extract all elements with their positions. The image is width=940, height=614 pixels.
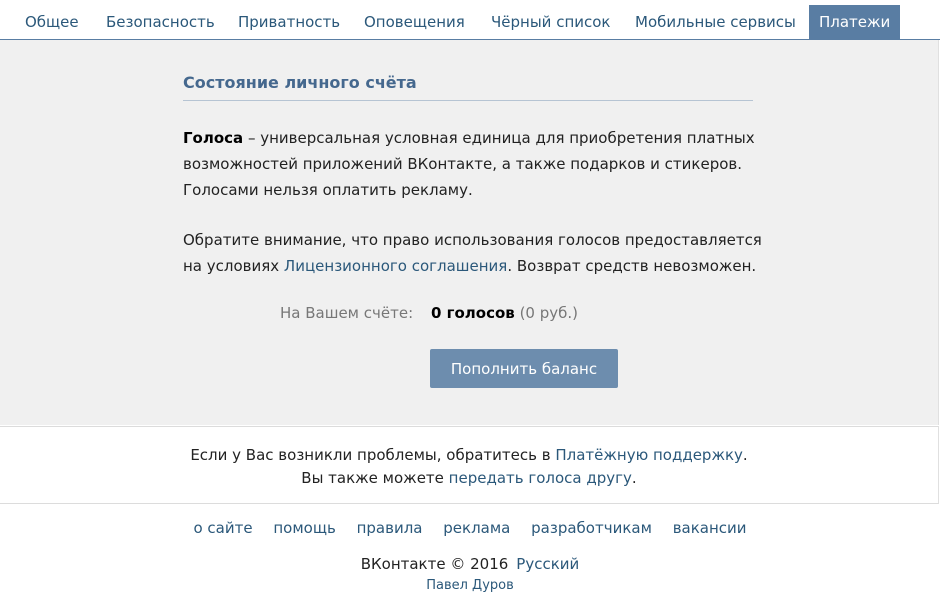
footer-link-rules[interactable]: правила (357, 519, 423, 537)
footer-link-developers[interactable]: разработчикам (531, 519, 652, 537)
copyright-text: ВКонтакте © 2016 (360, 555, 509, 573)
tab-privacy[interactable]: Приватность (228, 6, 350, 39)
support-text: Если у Вас возникли проблемы, обратитесь… (190, 446, 556, 464)
language-link[interactable]: Русский (516, 555, 579, 573)
balance-panel: Состояние личного счёта Голоса – универс… (0, 40, 939, 425)
votes-term: Голоса (183, 129, 244, 147)
license-notice-tail: . Возврат средств невозможен. (507, 257, 757, 275)
payment-support-link[interactable]: Платёжную поддержку (555, 446, 743, 464)
support-line: Если у Вас возникли проблемы, обратитесь… (0, 446, 938, 464)
votes-description-text: – универсальная условная единица для при… (183, 129, 755, 199)
votes-description: Голоса – универсальная условная единица … (183, 125, 763, 203)
footer-links: о сайте помощь правила реклама разработч… (0, 519, 940, 537)
tab-blacklist[interactable]: Чёрный список (481, 6, 621, 39)
support-text-tail: . (742, 446, 748, 464)
transfer-votes-link[interactable]: передать голоса другу (449, 469, 632, 487)
settings-tabs: Общее Безопасность Приватность Оповещени… (0, 0, 940, 40)
balance-rubles: (0 руб.) (519, 304, 579, 322)
tab-security[interactable]: Безопасность (96, 6, 225, 39)
section-title: Состояние личного счёта (183, 73, 753, 101)
tab-general[interactable]: Общее (15, 6, 89, 39)
footer-link-help[interactable]: помощь (273, 519, 335, 537)
copyright-line: ВКонтакте © 2016 Русский (0, 555, 940, 573)
transfer-text-tail: . (631, 469, 637, 487)
tab-notifications[interactable]: Оповещения (354, 6, 475, 39)
license-agreement-link[interactable]: Лицензионного соглашения (284, 257, 507, 275)
support-block: Если у Вас возникли проблемы, обратитесь… (0, 426, 939, 504)
balance-value: 0 голосов (0 руб.) (431, 304, 578, 322)
footer-link-ads[interactable]: реклама (443, 519, 510, 537)
author-line: Павел Дуров (0, 578, 940, 593)
footer-link-about[interactable]: о сайте (193, 519, 252, 537)
license-notice: Обратите внимание, что право использован… (183, 227, 763, 279)
balance-votes: 0 голосов (431, 304, 515, 322)
transfer-line: Вы также можете передать голоса другу. (0, 469, 938, 487)
transfer-text: Вы также можете (301, 469, 449, 487)
topup-balance-button[interactable]: Пополнить баланс (430, 349, 618, 388)
balance-label: На Вашем счёте: (280, 304, 414, 322)
footer-link-jobs[interactable]: вакансии (673, 519, 747, 537)
tab-mobile-services[interactable]: Мобильные сервисы (625, 6, 806, 39)
author-link[interactable]: Павел Дуров (426, 578, 514, 593)
tab-payments[interactable]: Платежи (809, 5, 901, 40)
